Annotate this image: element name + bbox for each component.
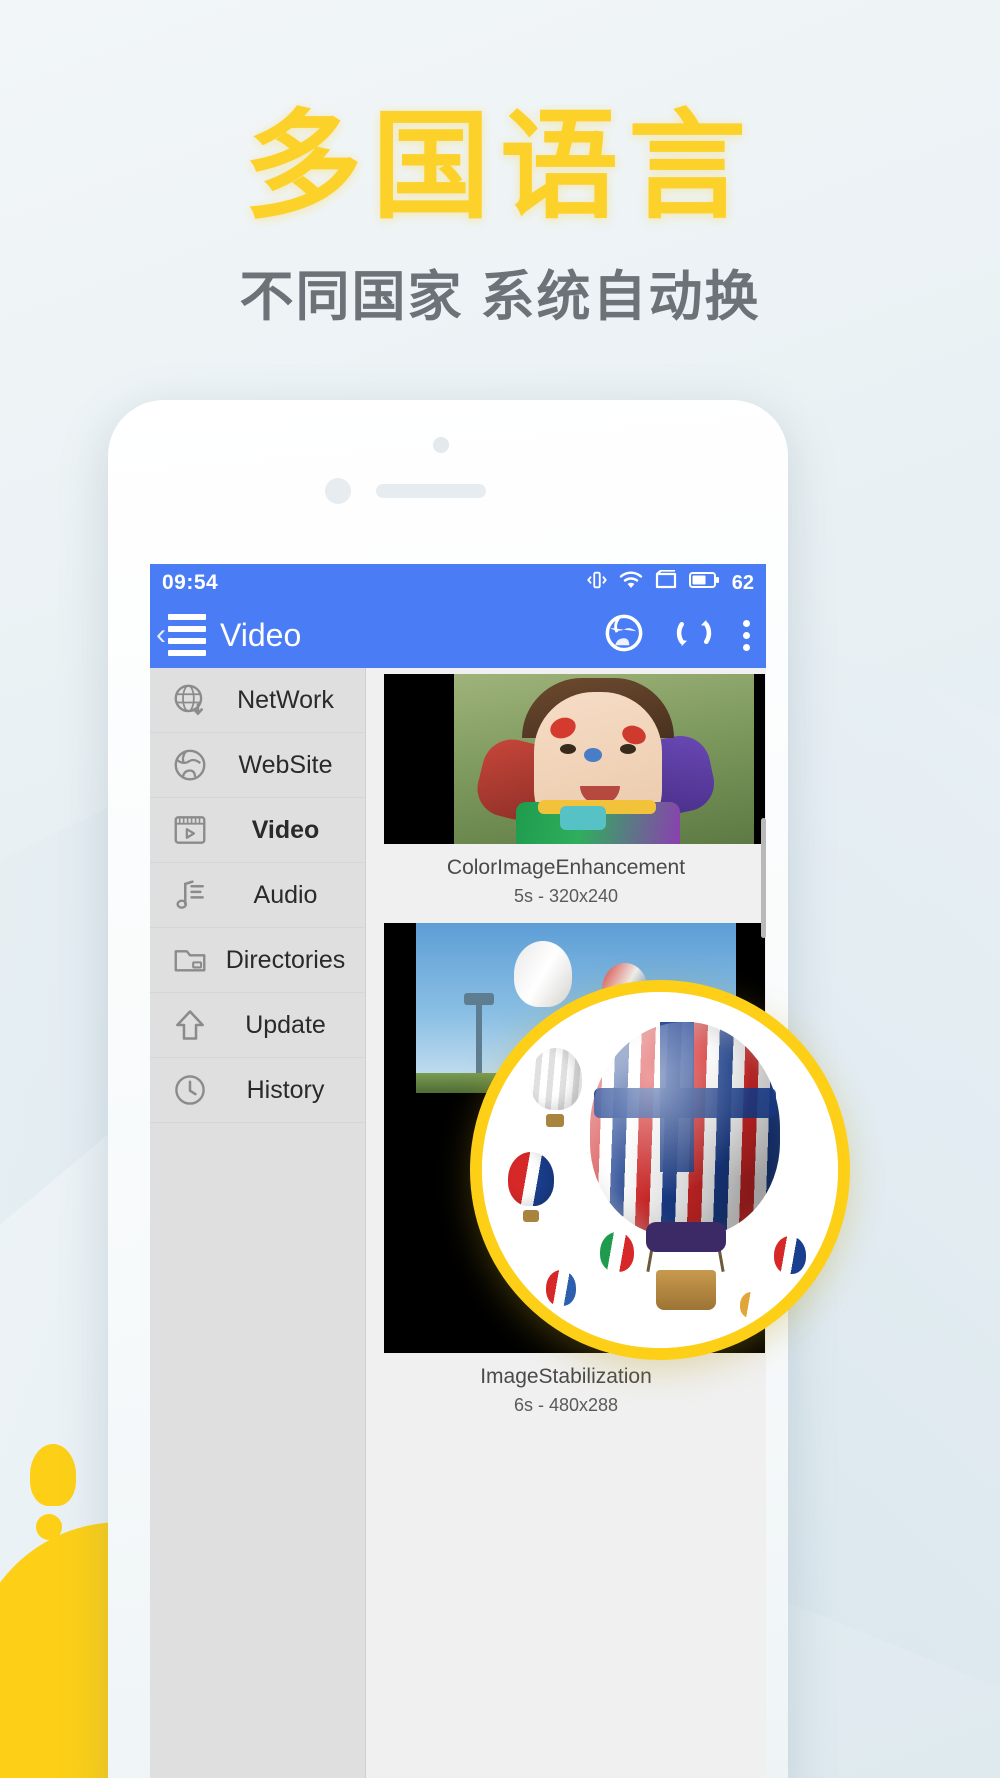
- yellow-dot-shape: [36, 1514, 62, 1540]
- sidebar-item-network[interactable]: NetWork: [150, 668, 365, 733]
- globe-icon: [164, 746, 216, 784]
- battery-icon: [688, 571, 719, 595]
- back-icon[interactable]: ‹: [156, 620, 166, 650]
- promo-headline: 多国语言: [243, 101, 756, 233]
- small-balloon-orange: [740, 1292, 762, 1318]
- arrow-up-icon: [164, 1006, 216, 1044]
- callout-artwork: [482, 992, 838, 1348]
- child-eye-left: [560, 744, 576, 754]
- sidebar-item-label: Video: [251, 815, 320, 844]
- sidebar-item-label: NetWork: [237, 685, 334, 714]
- video-caption: ColorImageEnhancement 5s - 320x240: [366, 844, 766, 917]
- front-camera-icon: [433, 437, 449, 453]
- sidebar-item-directories[interactable]: Directories: [150, 928, 365, 993]
- sidebar-item-update[interactable]: Update: [150, 993, 365, 1058]
- video-caption: ImageStabilization 6s - 480x288: [366, 1353, 766, 1426]
- balloon-burner: [646, 1222, 726, 1252]
- proximity-sensor-icon: [325, 478, 351, 504]
- face-paint-blue: [584, 748, 602, 762]
- sidebar-item-history[interactable]: History: [150, 1058, 365, 1123]
- status-bar-icons: 62: [586, 569, 754, 597]
- refresh-icon[interactable]: [673, 612, 715, 659]
- small-balloon-redwhiteblue: [508, 1152, 554, 1206]
- video-meta: 6s - 480x288: [513, 1395, 619, 1415]
- battery-percentage: 62: [731, 571, 754, 594]
- list-item[interactable]: ColorImageEnhancement 5s - 320x240: [366, 674, 766, 917]
- thumbnail-artwork: [384, 674, 765, 844]
- film-play-icon: [164, 811, 216, 849]
- video-title: ImageStabilization: [480, 1365, 652, 1388]
- small-balloon-green: [600, 1232, 634, 1272]
- navigation-drawer: NetWork WebSite Video Audio Directories …: [150, 668, 366, 1778]
- yellow-drip-shape: [30, 1444, 76, 1506]
- sidebar-item-label: Audio: [253, 880, 318, 909]
- globe-icon[interactable]: [603, 612, 645, 659]
- folder-icon: [164, 941, 216, 979]
- globe-download-icon: [164, 681, 216, 719]
- toolbar-actions: [603, 612, 756, 659]
- sidebar-item-label: Directories: [225, 945, 346, 974]
- app-toolbar: ‹ Video: [150, 602, 766, 668]
- clock-icon: [164, 1071, 216, 1109]
- overflow-menu-icon[interactable]: [743, 619, 750, 651]
- status-bar: 09:54 62: [150, 564, 766, 602]
- promo-text-block: 多国语言 不同国家 系统自动换: [0, 108, 1000, 331]
- sidebar-item-label: Update: [245, 1010, 326, 1039]
- balloon-basket: [656, 1270, 716, 1310]
- status-bar-clock: 09:54: [162, 571, 219, 594]
- sidebar-item-label: History: [246, 1075, 325, 1104]
- video-meta: 5s - 320x240: [513, 886, 619, 906]
- sidebar-item-video[interactable]: Video: [150, 798, 365, 863]
- earpiece-speaker: [376, 484, 486, 498]
- small-balloon-right: [774, 1236, 806, 1274]
- sidebar-item-audio[interactable]: Audio: [150, 863, 365, 928]
- sidebar-item-website[interactable]: WebSite: [150, 733, 365, 798]
- sd-card-icon: [654, 569, 678, 596]
- scrollbar-thumb[interactable]: [761, 818, 766, 938]
- hamburger-icon[interactable]: [168, 614, 206, 656]
- small-balloon-white: [530, 1048, 582, 1110]
- video-title: ColorImageEnhancement: [446, 856, 686, 879]
- toolbar-title: Video: [220, 616, 302, 653]
- small-balloon-white-basket: [546, 1114, 564, 1127]
- small-balloon-redwhiteblue-basket: [523, 1210, 539, 1222]
- promo-subheadline: 不同国家 系统自动换: [239, 267, 761, 327]
- apron-patch: [560, 806, 606, 830]
- child-eye-right: [620, 744, 636, 754]
- wifi-icon: [619, 569, 643, 597]
- girl-face-paint-thumbnail[interactable]: [384, 674, 765, 844]
- balloon-zoom-callout: [470, 980, 850, 1360]
- main-balloon-shading: [590, 1022, 780, 1236]
- phone-top-bezel: [108, 400, 788, 564]
- vibrate-icon: [586, 569, 608, 597]
- sidebar-item-label: WebSite: [238, 750, 333, 779]
- music-note-icon: [164, 876, 216, 914]
- small-balloon-red: [546, 1270, 576, 1306]
